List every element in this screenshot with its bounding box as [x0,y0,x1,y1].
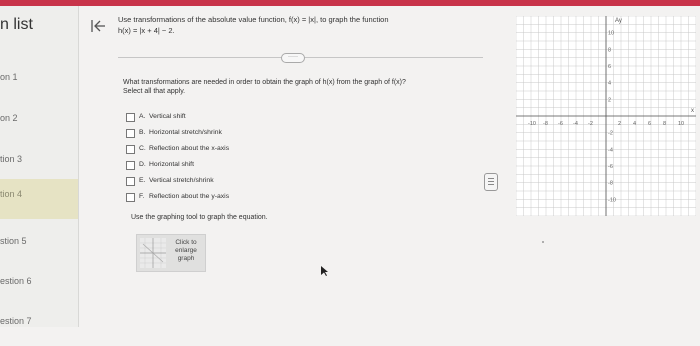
x-tick-label: -10 [528,121,536,127]
question-line-1: Use transformations of the absolute valu… [118,15,389,24]
x-tick-label: 10 [678,121,684,127]
x-tick-label: 6 [648,121,651,127]
sidebar-item-label: estion 6 [0,276,32,286]
collapse-sidebar-icon[interactable] [90,18,106,34]
mouse-cursor-icon [321,266,328,276]
option-text: Reflection about the x-axis [149,145,230,152]
y-tick-label: 10 [608,31,614,37]
sidebar-item-label: tion 3 [0,154,23,164]
option-letter: C. [139,145,146,152]
sidebar-item-question-3[interactable]: tion 3 [0,144,78,184]
sidebar-item-question-1[interactable]: on 1 [0,62,78,102]
sidebar-item-question-5[interactable]: stion 5 [0,226,78,266]
option-text: Vertical shift [149,113,186,120]
x-tick-label: 4 [633,121,636,127]
y-tick-label: 6 [608,64,611,70]
question-list-sidebar: n list on 1 on 2 tion 3 tion 4 stion 5 e… [0,6,79,327]
y-tick-label: 8 [608,47,611,53]
sidebar-item-question-6[interactable]: estion 6 [0,266,78,306]
checkbox-icon [126,129,135,138]
sidebar-item-label: stion 5 [0,236,27,246]
checkbox-icon [126,193,135,202]
sidebar-item-question-2[interactable]: on 2 [0,103,78,143]
y-tick-label: 2 [608,97,611,103]
y-tick-label: -2 [608,131,613,137]
enlarge-line-3: graph [177,255,195,262]
checkbox-icon [126,113,135,122]
function-expression: h(x) = |x + 4| − 2. [118,26,175,35]
sidebar-item-label: on 1 [0,72,18,82]
checkbox-icon [126,161,135,170]
option-text: Horizontal stretch/shrink [149,129,222,136]
graph-instruction: Use the graphing tool to graph the equat… [131,214,268,221]
sidebar-item-question-7[interactable]: estion 7 [0,306,78,346]
option-text: Reflection about the y-axis [149,193,230,200]
stray-dot [542,241,544,243]
coordinate-graph[interactable]: Ay x -10 -8 -6 -4 -2 2 4 6 8 10 10 8 6 4 2 -2 -4 -6 -8 -10 [516,16,696,216]
question-statement: Use transformations of the absolute valu… [118,14,458,36]
option-letter: E. [139,177,146,184]
checkbox-icon [126,145,135,154]
y-tick-label: -10 [608,197,616,203]
y-tick-label: -6 [608,164,613,170]
sidebar-title: n list [0,16,33,33]
x-axis-label: x [691,108,694,114]
enlarge-line-1: Click to [175,239,197,246]
prompt-line-2: Select all that apply. [123,88,186,95]
prompt-line-1: What transformations are needed in order… [123,79,406,86]
checkbox-icon [126,177,135,186]
option-letter: F. [139,193,145,200]
graph-thumbnail-icon [140,238,166,268]
y-tick-label: -4 [608,147,613,153]
option-letter: B. [139,129,146,136]
sidebar-item-label: on 2 [0,113,18,123]
top-accent-bar [0,0,700,6]
x-tick-label: 8 [663,121,666,127]
sidebar-item-label: tion 4 [0,189,23,199]
option-text: Horizontal shift [149,161,194,168]
panel-resize-handle[interactable] [484,173,498,191]
enlarge-line-2: enlarge [175,247,197,254]
x-tick-label: -2 [588,121,593,127]
sidebar-item-question-4[interactable]: tion 4 [0,179,78,219]
x-tick-label: -4 [573,121,578,127]
option-letter: A. [139,113,146,120]
y-axis-label: Ay [615,18,622,24]
option-text: Vertical stretch/shrink [149,177,214,184]
sidebar-item-label: estion 7 [0,316,32,326]
x-tick-label: -6 [558,121,563,127]
y-tick-label: -8 [608,181,613,187]
enlarge-graph-button[interactable]: Click to enlarge graph [136,234,206,272]
option-letter: D. [139,161,146,168]
more-options-button[interactable]: ····· [281,53,305,63]
x-tick-label: 2 [618,121,621,127]
x-tick-label: -8 [543,121,548,127]
question-prompt: What transformations are needed in order… [123,78,483,96]
y-tick-label: 4 [608,81,611,87]
